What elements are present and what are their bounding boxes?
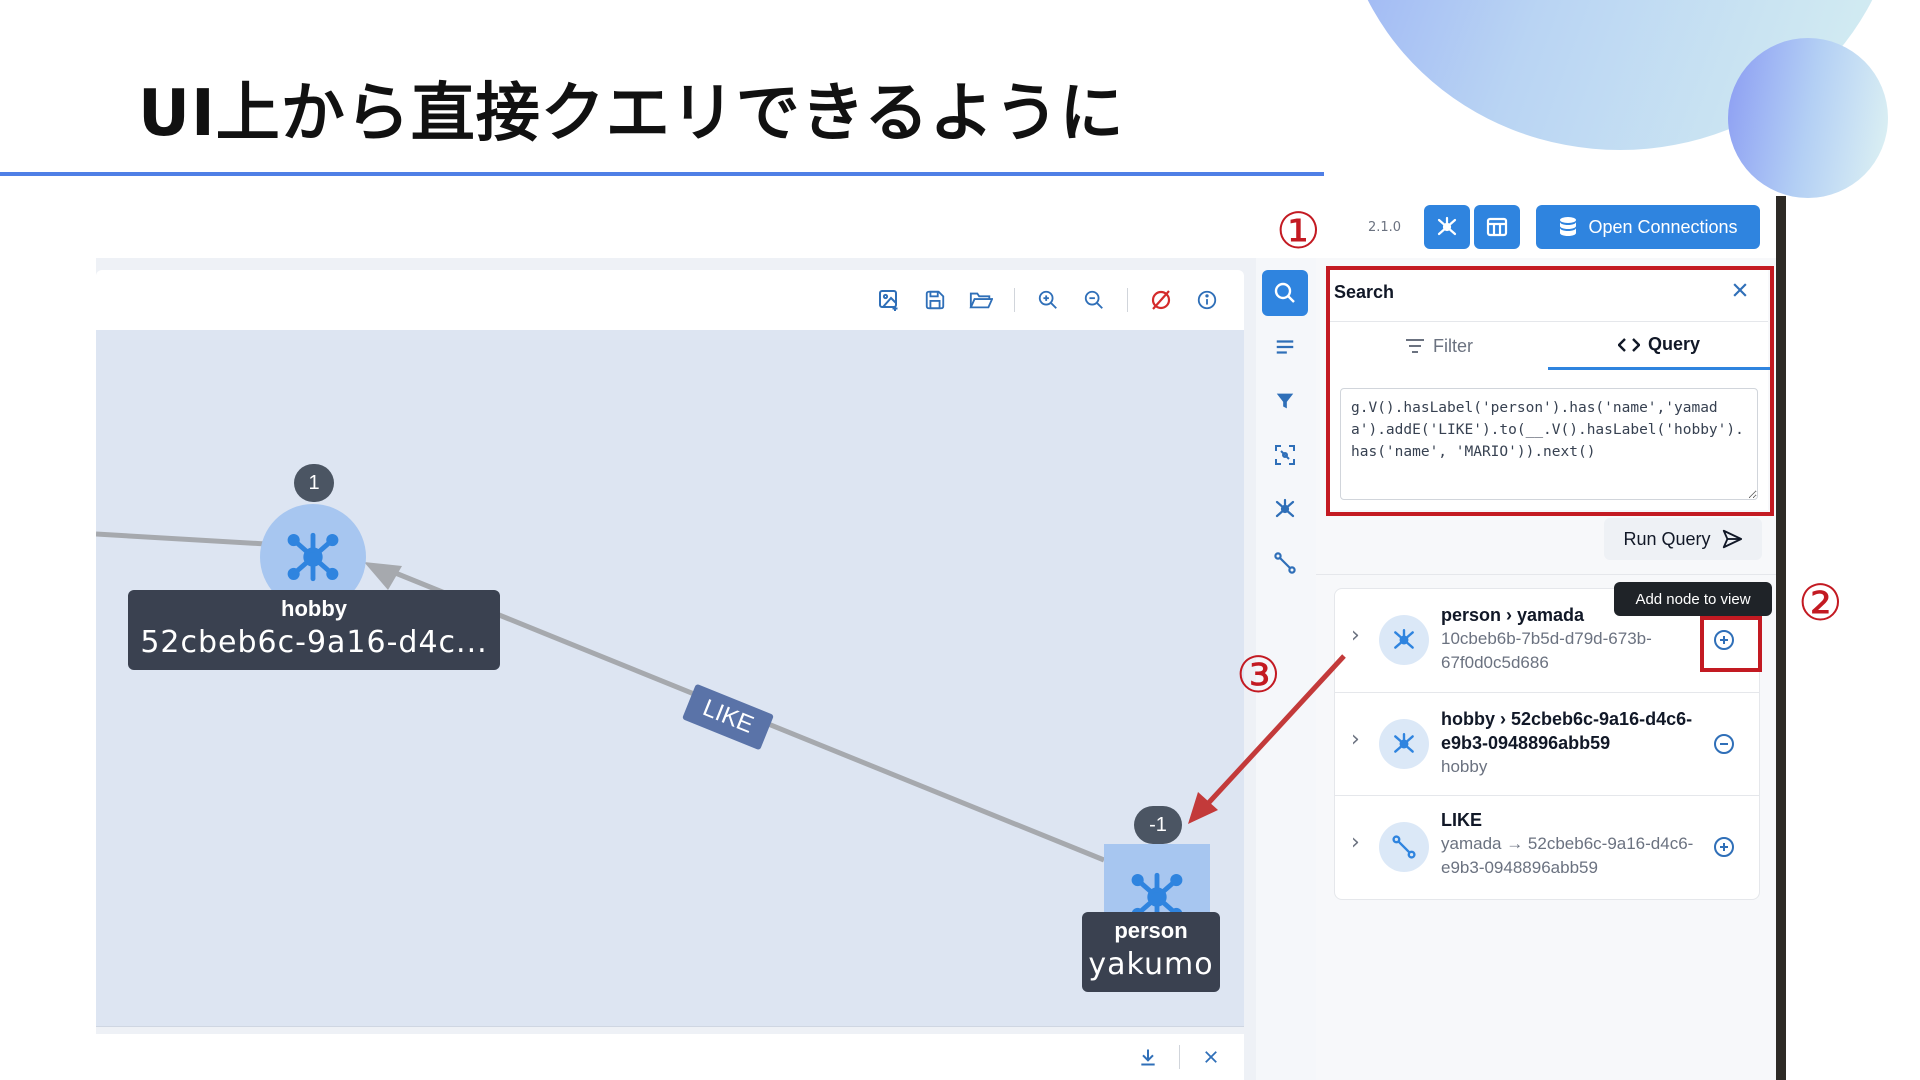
info-icon[interactable]: [1194, 287, 1220, 313]
close-icon[interactable]: [1198, 1044, 1224, 1070]
open-connections-label: Open Connections: [1588, 216, 1738, 237]
table-view-button[interactable]: [1474, 205, 1520, 249]
add-icon[interactable]: [1709, 832, 1739, 862]
download-icon[interactable]: [1135, 1044, 1161, 1070]
graph-icon: [1437, 216, 1457, 236]
node-badge-person: -1: [1134, 806, 1182, 844]
chevron-right-icon[interactable]: ›: [1351, 727, 1360, 752]
rail-nodes-button[interactable]: [1262, 486, 1308, 532]
window-edge: [1776, 196, 1786, 1080]
annotation-marker-2: ②: [1798, 574, 1843, 632]
focus-icon: [1275, 445, 1295, 465]
tooltip: Add node to view: [1614, 582, 1772, 616]
node-icon: [1379, 615, 1429, 665]
run-query-button[interactable]: Run Query: [1604, 518, 1762, 560]
node-badge-hobby: 1: [294, 464, 334, 502]
node-type: person: [1114, 918, 1188, 943]
chevron-right-icon[interactable]: ›: [1351, 830, 1360, 855]
node-value: 52cbeb6c-9a16-d4c...: [140, 625, 488, 660]
annotation-arrow: [1188, 654, 1346, 824]
rail-search-button[interactable]: [1262, 270, 1308, 316]
export-image-icon[interactable]: [876, 287, 902, 313]
database-icon: [1560, 217, 1577, 236]
panel-divider: [1316, 574, 1776, 575]
run-query-label: Run Query: [1623, 528, 1711, 549]
chevron-right-icon[interactable]: ›: [1351, 623, 1360, 648]
node-value: yakumo: [1088, 947, 1214, 982]
results-list: › person › yamada 10cbeb6b-7b5d-d79d-673…: [1334, 588, 1760, 900]
send-icon: [1722, 529, 1742, 549]
table-icon: [1486, 217, 1508, 237]
zoom-out-icon[interactable]: [1081, 287, 1107, 313]
annotation-marker-1: ①: [1276, 202, 1321, 260]
edge-icon: [1379, 822, 1429, 872]
graph-canvas[interactable]: LIKE 1 hobby 52cbeb6c-9a16-d4c... -1 per…: [96, 330, 1244, 1027]
save-icon[interactable]: [922, 287, 948, 313]
annotation-box-add: [1700, 616, 1762, 672]
remove-icon[interactable]: [1709, 729, 1739, 759]
open-connections-button[interactable]: Open Connections: [1536, 205, 1760, 249]
zoom-in-icon[interactable]: [1035, 287, 1061, 313]
open-folder-icon[interactable]: [968, 287, 994, 313]
title-underline: [0, 172, 1324, 176]
edge-line-left: [96, 531, 267, 547]
annotation-box-query: [1326, 266, 1774, 516]
node-icon: [1379, 719, 1429, 769]
bottom-panel: [96, 1034, 1244, 1080]
result-title: LIKE: [1441, 810, 1483, 830]
graph-edges: [96, 531, 1105, 863]
rail-focus-button[interactable]: [1262, 432, 1308, 478]
result-subtitle: yamada → 52cbeb6c-9a16-d4c6-e9b3-0948896…: [1441, 834, 1694, 877]
node-label-person: person yakumo: [1082, 912, 1220, 992]
result-subtitle: 10cbeb6b-7b5d-d79d-673b-67f0d0c5d686: [1441, 629, 1652, 672]
decorative-circle-small: [1728, 38, 1888, 198]
list-item[interactable]: › hobby › 52cbeb6c-9a16-d4c6-e9b3-094889…: [1335, 692, 1759, 796]
rail-details-button[interactable]: [1262, 324, 1308, 370]
node-icon: [287, 532, 339, 582]
slide-title: UI上から直接クエリできるように: [138, 77, 1125, 151]
list-item[interactable]: › LIKE yamada → 52cbeb6c-9a16-d4c6-e9b3-…: [1335, 795, 1759, 899]
rail-filter-button[interactable]: [1262, 378, 1308, 424]
result-subtitle: hobby: [1441, 757, 1488, 776]
rail-edges-button[interactable]: [1262, 540, 1308, 586]
toolbar-divider: [1014, 288, 1015, 312]
edges-icon: [1274, 552, 1296, 574]
graph-view-button[interactable]: [1424, 205, 1470, 249]
graph-toolbar: [96, 270, 1244, 330]
version-label: 2.1.0: [1368, 220, 1402, 235]
result-title: hobby › 52cbeb6c-9a16-d4c6-e9b3-0948896a…: [1441, 709, 1693, 753]
search-icon: [1274, 282, 1295, 303]
filter-icon: [1276, 393, 1294, 409]
clear-graph-icon[interactable]: [1148, 287, 1174, 313]
details-icon: [1276, 340, 1294, 354]
toolbar-divider: [1127, 288, 1128, 312]
nodes-icon: [1275, 498, 1295, 518]
toolbar-divider: [1179, 1045, 1180, 1069]
node-type: hobby: [281, 596, 347, 621]
node-label-hobby: hobby 52cbeb6c-9a16-d4c...: [128, 590, 500, 670]
